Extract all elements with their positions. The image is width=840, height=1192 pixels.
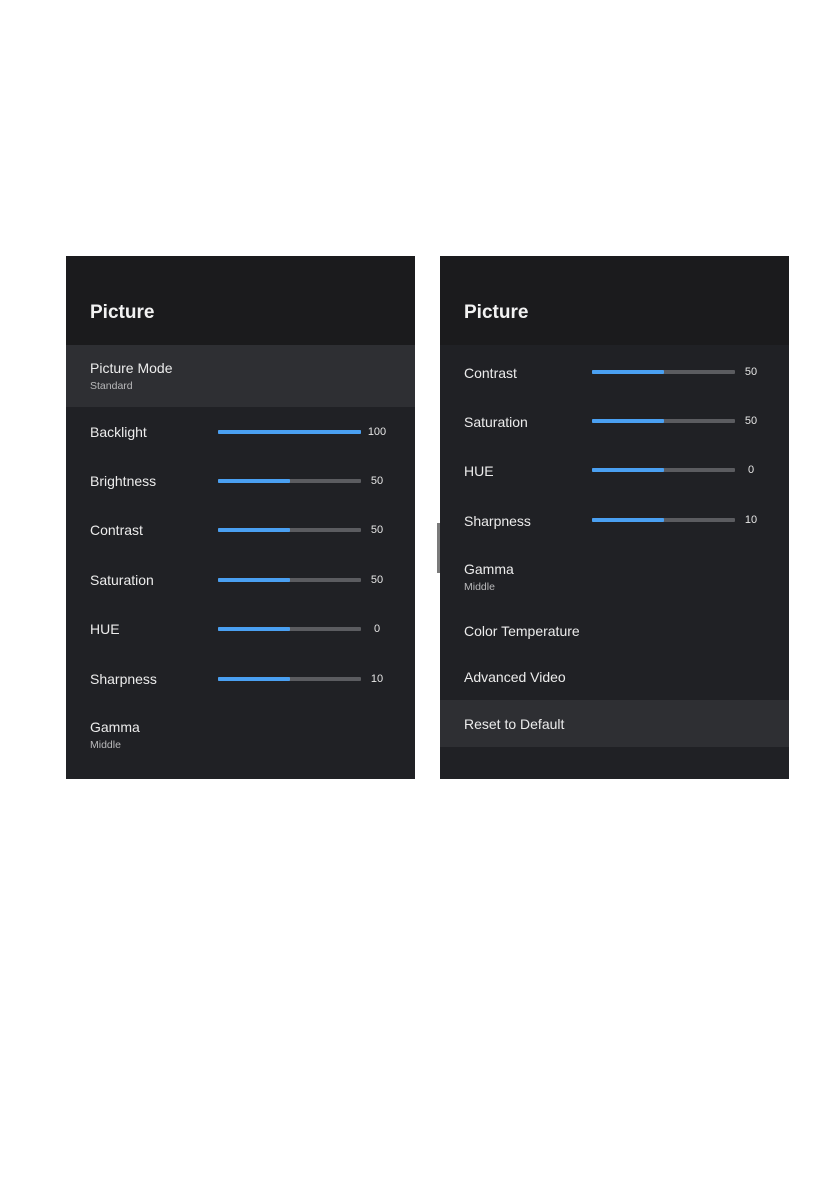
slider-value: 10 — [370, 673, 384, 685]
gamma-label: Gamma — [90, 719, 140, 735]
slider-label: Sharpness — [464, 513, 531, 529]
slider-label: Saturation — [90, 572, 154, 588]
slider-label: HUE — [464, 463, 494, 479]
panel-title: Picture — [464, 302, 529, 323]
slider-fill — [218, 479, 290, 483]
slider-value: 50 — [370, 475, 384, 487]
picture-mode-value: Standard — [90, 380, 133, 392]
slider-value: 50 — [744, 366, 758, 378]
slider-label: Contrast — [90, 522, 143, 538]
panel-header: Picture — [440, 256, 789, 345]
slider-track[interactable] — [218, 430, 361, 434]
slider-fill — [592, 518, 664, 522]
menu-item-reset-to-default[interactable]: Reset to Default — [440, 700, 789, 747]
slider-label: Sharpness — [90, 671, 157, 687]
slider-row-sharpness[interactable]: Sharpness 10 — [440, 496, 789, 545]
gamma-value: Middle — [90, 739, 121, 751]
menu-item-advanced-video[interactable]: Advanced Video — [440, 653, 789, 700]
reset-to-default-label: Reset to Default — [464, 716, 565, 732]
slider-fill — [592, 468, 664, 472]
slider-label: Brightness — [90, 473, 157, 489]
menu-item-gamma[interactable]: Gamma Middle — [440, 545, 789, 605]
slider-value: 50 — [370, 574, 384, 586]
color-temperature-label: Color Temperature — [464, 623, 580, 639]
slider-value: 0 — [747, 464, 755, 476]
slider-value: 50 — [370, 524, 384, 536]
slider-row-contrast[interactable]: Contrast 50 — [66, 505, 415, 555]
slider-fill — [218, 528, 290, 532]
advanced-video-label: Advanced Video — [464, 669, 566, 685]
panel-header: Picture — [66, 256, 415, 345]
slider-row-saturation[interactable]: Saturation 50 — [440, 397, 789, 446]
slider-track[interactable] — [218, 677, 361, 681]
slider-fill — [218, 627, 290, 631]
picture-mode-label: Picture Mode — [90, 360, 173, 376]
slider-row-hue[interactable]: HUE 0 — [440, 446, 789, 496]
slider-fill — [592, 419, 664, 423]
slider-fill — [592, 370, 664, 374]
slider-track[interactable] — [592, 419, 735, 423]
slider-track[interactable] — [592, 518, 735, 522]
slider-label: Saturation — [464, 414, 528, 430]
gamma-label: Gamma — [464, 561, 514, 577]
slider-label: Backlight — [90, 424, 147, 440]
slider-row-contrast[interactable]: Contrast 50 — [440, 348, 789, 397]
slider-track[interactable] — [592, 468, 735, 472]
slider-row-brightness[interactable]: Brightness 50 — [66, 456, 415, 505]
slider-track[interactable] — [218, 627, 361, 631]
slider-row-saturation[interactable]: Saturation 50 — [66, 555, 415, 604]
slider-track[interactable] — [218, 578, 361, 582]
panel-title: Picture — [90, 302, 155, 323]
picture-menu-panel-left: Picture Picture Mode Standard Backlight … — [66, 256, 415, 779]
slider-label: HUE — [90, 621, 120, 637]
slider-value: 50 — [744, 415, 758, 427]
slider-value: 0 — [373, 623, 381, 635]
gamma-value: Middle — [464, 581, 495, 593]
slider-label: Contrast — [464, 365, 517, 381]
picture-menu-panel-right: Picture Contrast 50 Saturation 50 HUE 0 … — [440, 256, 789, 779]
slider-row-hue[interactable]: HUE 0 — [66, 604, 415, 653]
slider-fill — [218, 578, 290, 582]
slider-track[interactable] — [218, 528, 361, 532]
slider-value: 10 — [744, 514, 758, 526]
slider-value: 100 — [367, 426, 387, 438]
menu-item-picture-mode[interactable]: Picture Mode Standard — [66, 345, 415, 407]
slider-row-backlight[interactable]: Backlight 100 — [66, 407, 415, 456]
menu-item-color-temperature[interactable]: Color Temperature — [440, 605, 789, 653]
slider-fill — [218, 677, 290, 681]
slider-track[interactable] — [218, 479, 361, 483]
slider-fill — [218, 430, 361, 434]
slider-track[interactable] — [592, 370, 735, 374]
menu-item-gamma[interactable]: Gamma Middle — [66, 702, 415, 762]
slider-row-sharpness[interactable]: Sharpness 10 — [66, 653, 415, 702]
